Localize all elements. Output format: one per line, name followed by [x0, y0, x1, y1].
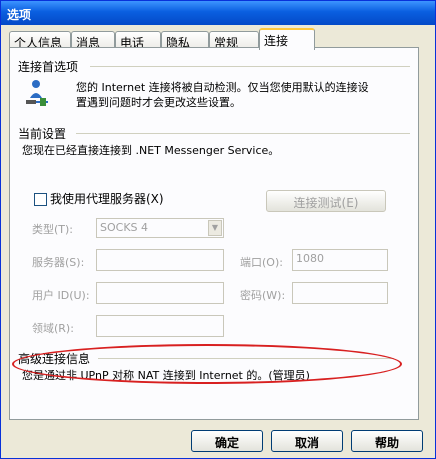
proxy-checkbox[interactable] — [34, 193, 47, 206]
section-divider — [76, 133, 410, 134]
connection-pref-title: 连接首选项 — [18, 60, 79, 74]
network-plug-icon — [22, 78, 52, 108]
cancel-button[interactable]: 取消 — [271, 430, 343, 452]
userid-label: 用户 ID(U): — [32, 289, 90, 302]
server-field[interactable] — [96, 249, 224, 271]
connection-pref-line1: 您的 Internet 连接将被自动检测。仅当您使用默认的连接设 — [76, 81, 369, 94]
current-settings-status: 您现在已经直接连接到 .NET Messenger Service。 — [22, 144, 280, 157]
tab-connection[interactable]: 连接 — [259, 28, 315, 50]
title-bar[interactable]: 选项 — [1, 1, 435, 25]
type-select-value: SOCKS 4 — [100, 221, 149, 234]
userid-field[interactable] — [96, 282, 224, 304]
type-select[interactable]: SOCKS 4 ▼ — [96, 218, 224, 238]
proxy-checkbox-label[interactable]: 我使用代理服务器(X) — [50, 192, 164, 207]
connection-pref-line2: 置遇到问题时才会更改这些设置。 — [76, 96, 241, 109]
port-label: 端口(O): — [240, 256, 283, 269]
chevron-down-icon[interactable]: ▼ — [208, 220, 222, 236]
domain-label: 领域(R): — [32, 322, 74, 335]
server-label: 服务器(S): — [32, 256, 85, 269]
ok-button[interactable]: 确定 — [191, 430, 263, 452]
password-field[interactable] — [292, 282, 388, 304]
window-title: 选项 — [7, 8, 32, 22]
port-field[interactable]: 1080 — [292, 249, 388, 271]
highlight-oval — [12, 344, 402, 384]
type-label: 类型(T): — [32, 223, 74, 236]
password-label: 密码(W): — [240, 289, 286, 302]
section-divider — [90, 66, 410, 67]
connection-panel: 连接首选项 您的 Internet 连接将被自动检测。仅当您使用默认的连接设 置… — [9, 47, 419, 420]
test-connection-button[interactable]: 连接测试(E) — [266, 190, 386, 212]
domain-field[interactable] — [96, 315, 224, 337]
help-button[interactable]: 帮助 — [351, 430, 423, 452]
current-settings-title: 当前设置 — [18, 127, 67, 141]
options-dialog: 选项 个人信息 消息 电话 隐私 常规 连接 连接首选项 您的 Internet… — [0, 0, 436, 459]
